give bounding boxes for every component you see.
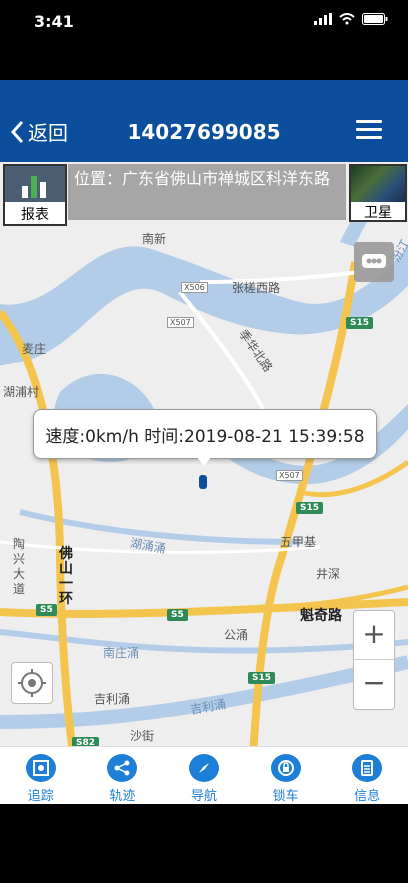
location-text: 位置：广东省佛山市禅城区科洋东路 [68,164,346,220]
shield-s5a: S5 [167,609,188,621]
label-hutou: 湖浦村 [3,385,40,399]
zoom-out-button[interactable]: − [354,660,394,708]
shield-s5b: S5 [36,604,57,616]
traffic-toggle-button[interactable] [354,242,394,282]
label-nanzhuang: 南庄涌 [103,646,140,660]
car-marker-icon[interactable] [199,475,207,489]
battery-icon [362,13,388,25]
tab-track-label: 追踪 [27,789,54,804]
tab-navigate[interactable]: 导航 [163,747,245,804]
status-icons [314,13,388,25]
label-kuiqi: 魁奇路 [300,608,342,624]
report-label: 报表 [21,207,49,223]
lock-car-icon [277,760,294,776]
label-jingshen: 井深 [316,567,341,581]
label-gongyong: 公涌 [224,628,249,642]
report-button[interactable]: 报表 [3,164,67,226]
shield-s15c: S15 [248,672,276,684]
shield-x507a: X507 [167,317,194,328]
locate-button[interactable] [11,662,53,704]
zoom-in-button[interactable]: + [354,611,394,659]
label-nanxin: 南新 [142,232,167,246]
shield-s15b: S15 [296,502,324,514]
traffic-icon [362,254,386,268]
compass-icon [198,763,209,773]
tab-lock[interactable]: 锁车 [245,747,327,804]
shield-x506: X506 [181,282,208,293]
share-route-icon [114,760,130,776]
map-view[interactable]: 南新 张槎西路 季华北路 麦庄 湖浦村 五甲基 井深 陶兴大道 佛山一环 魁奇路… [0,162,408,803]
satellite-icon [351,166,405,202]
menu-button[interactable] [356,120,382,140]
tab-navigate-label: 导航 [190,789,217,804]
speed-time-text: 速度:0km/h 时间:2019-08-21 15:39:58 [45,426,365,447]
tab-info[interactable]: 信息 [326,747,408,804]
nav-bar: 返回 14027699085 [0,80,408,162]
tab-info-label: 信息 [354,789,381,804]
menu-icon [356,120,382,123]
info-bubble-tail [196,456,212,466]
document-icon [361,760,374,776]
shield-s15a: S15 [346,317,374,329]
satellite-label: 卫星 [364,205,392,221]
label-jili-village: 吉利涌 [94,692,131,706]
status-bar: 3:41 [0,0,408,44]
bar-chart-icon [22,176,46,198]
label-foshan-ring: 佛山一环 [59,546,73,607]
label-taoxing: 陶兴大道 [13,537,26,596]
tab-track[interactable]: 追踪 [0,747,82,804]
tab-lock-label: 锁车 [272,789,299,804]
signal-icon [314,13,332,25]
status-time: 3:41 [34,12,74,31]
label-zhangcha-west: 张槎西路 [232,281,281,295]
satellite-button[interactable]: 卫星 [349,164,407,222]
info-bubble: 速度:0km/h 时间:2019-08-21 15:39:58 [33,409,377,459]
label-wujiaji: 五甲基 [280,535,317,549]
zoom-control: + − [353,610,395,710]
device-title: 14027699085 [127,120,281,144]
shield-x507b: X507 [276,470,303,481]
wifi-icon [339,13,355,25]
tab-route[interactable]: 轨迹 [82,747,164,804]
tab-bar: 追踪 轨迹 导航 锁车 信息 [0,746,408,804]
track-target-icon [32,760,49,776]
crosshair-icon [18,669,46,697]
tab-route-label: 轨迹 [109,789,136,804]
label-maizhuang: 麦庄 [22,342,47,356]
label-shajie: 沙街 [130,729,155,743]
